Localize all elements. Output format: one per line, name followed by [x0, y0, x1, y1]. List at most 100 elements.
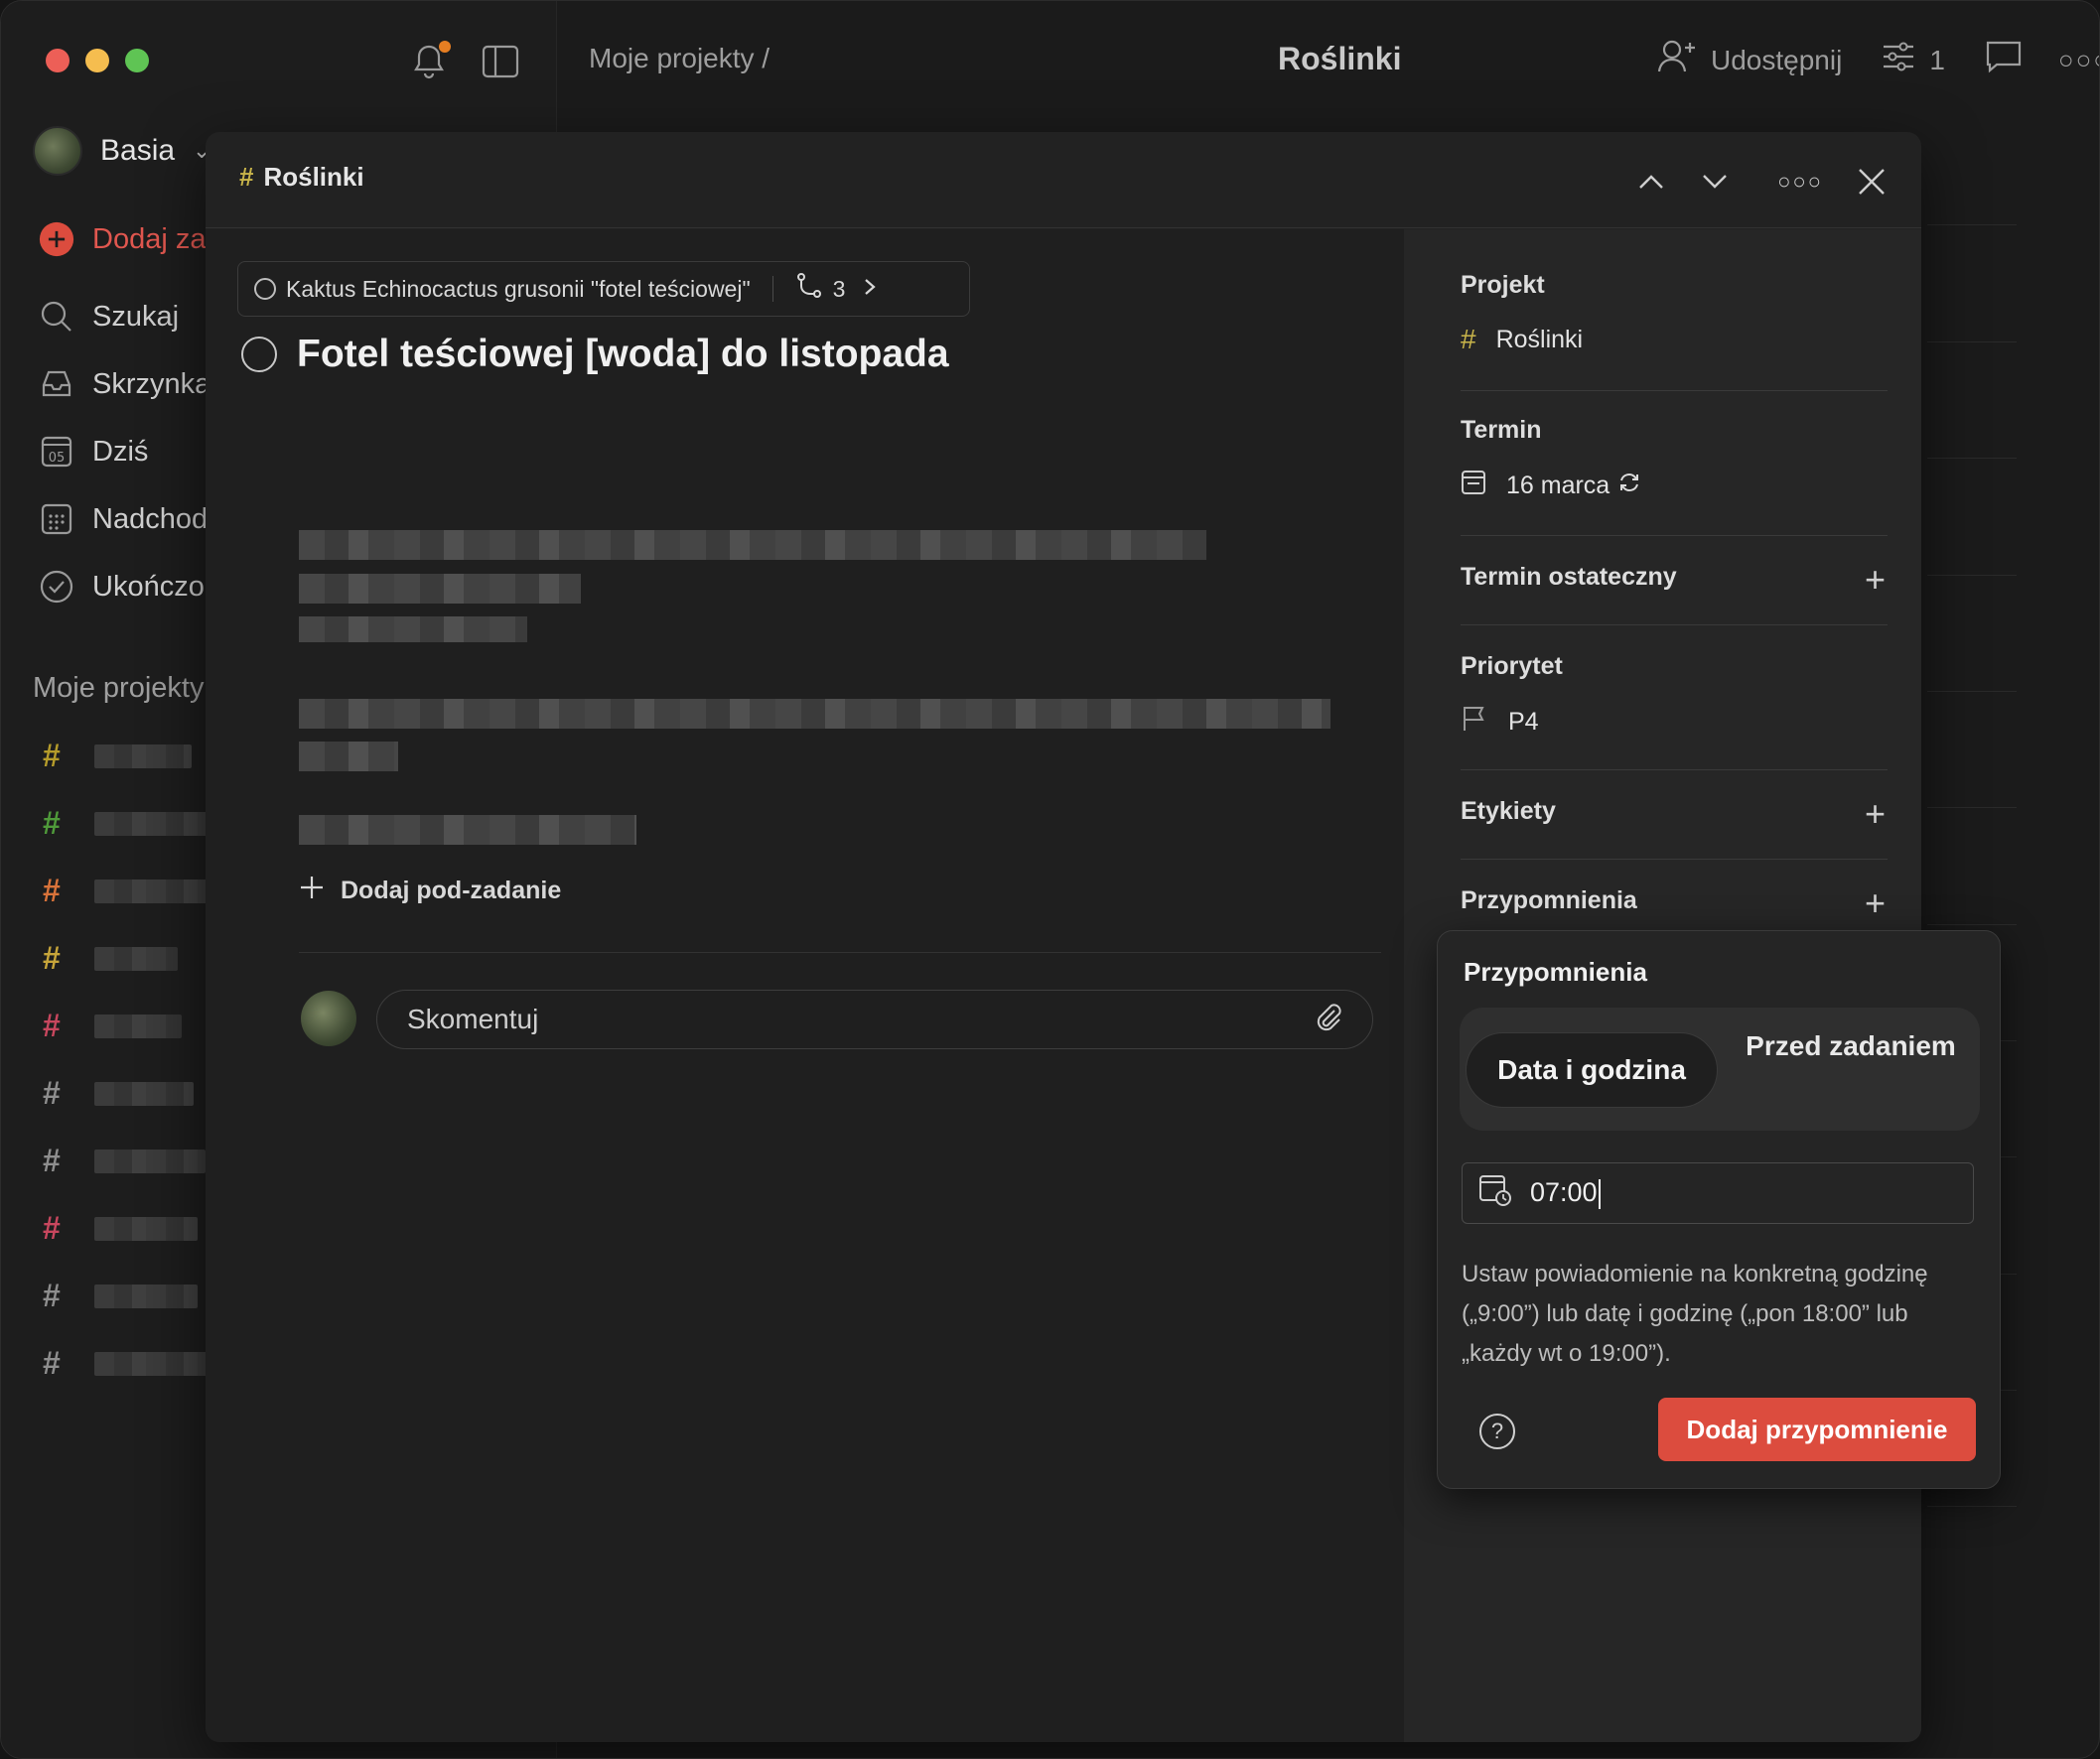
- close-modal-button[interactable]: [1850, 160, 1893, 203]
- reminder-time-input[interactable]: 07:00: [1462, 1162, 1974, 1224]
- breadcrumb[interactable]: Moje projekty /: [589, 43, 770, 74]
- due-date-field[interactable]: Termin 16 marca: [1461, 416, 1886, 503]
- priority-label: Priorytet: [1461, 652, 1563, 680]
- chevron-down-icon: [1703, 175, 1727, 189]
- divider: [1461, 859, 1888, 860]
- nav-completed-label: Ukończo: [92, 570, 205, 603]
- reminder-time-value: 07:00: [1530, 1177, 1601, 1209]
- divider: [1461, 535, 1888, 536]
- nav-completed[interactable]: Ukończo: [39, 569, 205, 605]
- plus-icon: [299, 875, 325, 907]
- add-reminder-plus-icon[interactable]: +: [1865, 882, 1886, 924]
- filter-icon[interactable]: [1882, 41, 1915, 79]
- calendar-grid-icon: [39, 501, 74, 537]
- sidebar-project-item[interactable]: #: [43, 873, 221, 909]
- share-person-icon[interactable]: [1657, 39, 1697, 81]
- reminder-type-toggle: Data i godzina Przed zadaniem: [1460, 1008, 1980, 1131]
- more-icon[interactable]: ○○○: [2058, 45, 2099, 75]
- tab-before-task[interactable]: Przed zadaniem: [1738, 1025, 1964, 1067]
- add-subtask-button[interactable]: Dodaj pod-zadanie: [299, 875, 561, 907]
- blurred-project-name: [94, 1149, 206, 1173]
- nav-today[interactable]: 05 Dziś: [39, 434, 148, 470]
- add-deadline-plus-icon[interactable]: +: [1865, 559, 1886, 601]
- sidebar-project-item[interactable]: #: [43, 1210, 198, 1247]
- attachment-icon[interactable]: [1313, 1001, 1342, 1039]
- add-task-button[interactable]: Dodaj za: [39, 221, 206, 257]
- minimize-window-button[interactable]: [85, 49, 109, 72]
- comment-placeholder: Skomentuj: [407, 1004, 539, 1034]
- sidebar-project-item[interactable]: #: [43, 805, 223, 842]
- sidebar-project-item[interactable]: #: [43, 1075, 194, 1112]
- chevron-up-icon: [1639, 175, 1663, 189]
- notification-dot: [439, 41, 451, 53]
- modal-project-link[interactable]: # Roślinki: [239, 162, 364, 193]
- subtask-icon: [795, 272, 823, 306]
- sidebar-project-item[interactable]: #: [43, 738, 192, 774]
- hash-icon: #: [43, 1075, 61, 1111]
- due-label: Termin: [1461, 416, 1542, 444]
- divider: [1461, 390, 1888, 391]
- blurred-description: [299, 815, 636, 845]
- blurred-project-name: [94, 1216, 198, 1241]
- sidebar-project-item[interactable]: #: [43, 1008, 182, 1044]
- nav-today-label: Dziś: [92, 435, 149, 468]
- add-task-label: Dodaj za: [92, 222, 207, 255]
- close-icon: [1859, 169, 1885, 195]
- user-menu[interactable]: Basia ⌄: [33, 126, 210, 176]
- priority-field[interactable]: Priorytet P4: [1461, 652, 1886, 740]
- hash-icon: #: [43, 940, 61, 976]
- close-window-button[interactable]: [46, 49, 70, 72]
- labels-label: Etykiety: [1461, 797, 1556, 825]
- chevron-right-icon: [863, 276, 877, 303]
- hash-icon: #: [43, 1345, 61, 1381]
- calendar-day-number: 05: [49, 451, 66, 466]
- modal-project-name: Roślinki: [263, 162, 364, 192]
- zoom-window-button[interactable]: [125, 49, 149, 72]
- task-title-row: Fotel teściowej [woda] do listopada: [241, 333, 949, 376]
- complete-task-checkbox[interactable]: [241, 337, 277, 372]
- task-more-button[interactable]: ○○○: [1770, 160, 1830, 203]
- time-text: 07:00: [1530, 1177, 1598, 1208]
- task-title[interactable]: Fotel teściowej [woda] do listopada: [297, 333, 949, 376]
- next-task-button[interactable]: [1693, 160, 1737, 203]
- project-label: Projekt: [1461, 271, 1545, 299]
- sidebar-project-item[interactable]: #: [43, 1143, 206, 1179]
- tab-date-time[interactable]: Data i godzina: [1466, 1032, 1718, 1108]
- sidebar-project-item[interactable]: #: [43, 1345, 210, 1382]
- chip-divider: [771, 276, 773, 302]
- app-window: Basia ⌄ Dodaj za Szukaj Skrzynka 05 Dziś…: [0, 0, 2100, 1759]
- sidebar-project-item[interactable]: #: [43, 1278, 198, 1314]
- sidebar-project-item[interactable]: #: [43, 940, 178, 977]
- nav-upcoming[interactable]: Nadchod: [39, 501, 208, 537]
- parent-task-chip[interactable]: Kaktus Echinocactus grusonii "fotel teśc…: [237, 261, 970, 317]
- inbox-icon: [39, 366, 74, 402]
- hash-icon: #: [1461, 324, 1476, 354]
- blurred-project-name: [94, 811, 223, 836]
- blurred-project-name: [94, 879, 221, 903]
- hash-icon: #: [43, 1278, 61, 1313]
- add-label-plus-icon[interactable]: +: [1865, 793, 1886, 835]
- reminder-help-text: Ustaw powiadomienie na konkretną godzinę…: [1462, 1261, 1928, 1367]
- avatar: [301, 991, 356, 1046]
- calendar-today-icon: 05: [39, 434, 74, 470]
- previous-task-button[interactable]: [1629, 160, 1673, 203]
- help-icon[interactable]: ?: [1479, 1414, 1515, 1449]
- divider: [299, 952, 1381, 953]
- parent-task-circle-icon: [254, 278, 276, 300]
- labels-field[interactable]: Etykiety +: [1461, 793, 1886, 834]
- nav-search[interactable]: Szukaj: [39, 299, 179, 335]
- deadline-field[interactable]: Termin ostateczny +: [1461, 559, 1886, 600]
- due-value: 16 marca: [1506, 472, 1610, 499]
- share-button[interactable]: Udostępnij: [1711, 45, 1842, 76]
- sidebar-toggle-icon[interactable]: [482, 45, 519, 83]
- blurred-project-name: [94, 1014, 182, 1038]
- nav-upcoming-label: Nadchod: [92, 502, 209, 535]
- nav-inbox[interactable]: Skrzynka: [39, 366, 210, 402]
- hash-icon: #: [239, 162, 254, 192]
- search-icon: [39, 299, 74, 335]
- add-reminder-button[interactable]: Dodaj przypomnienie: [1658, 1398, 1976, 1461]
- comment-input[interactable]: Skomentuj: [376, 990, 1373, 1049]
- blurred-description: [299, 530, 1206, 560]
- project-field[interactable]: Projekt # Roślinki: [1461, 271, 1886, 355]
- reminders-field[interactable]: Przypomnienia +: [1461, 882, 1886, 923]
